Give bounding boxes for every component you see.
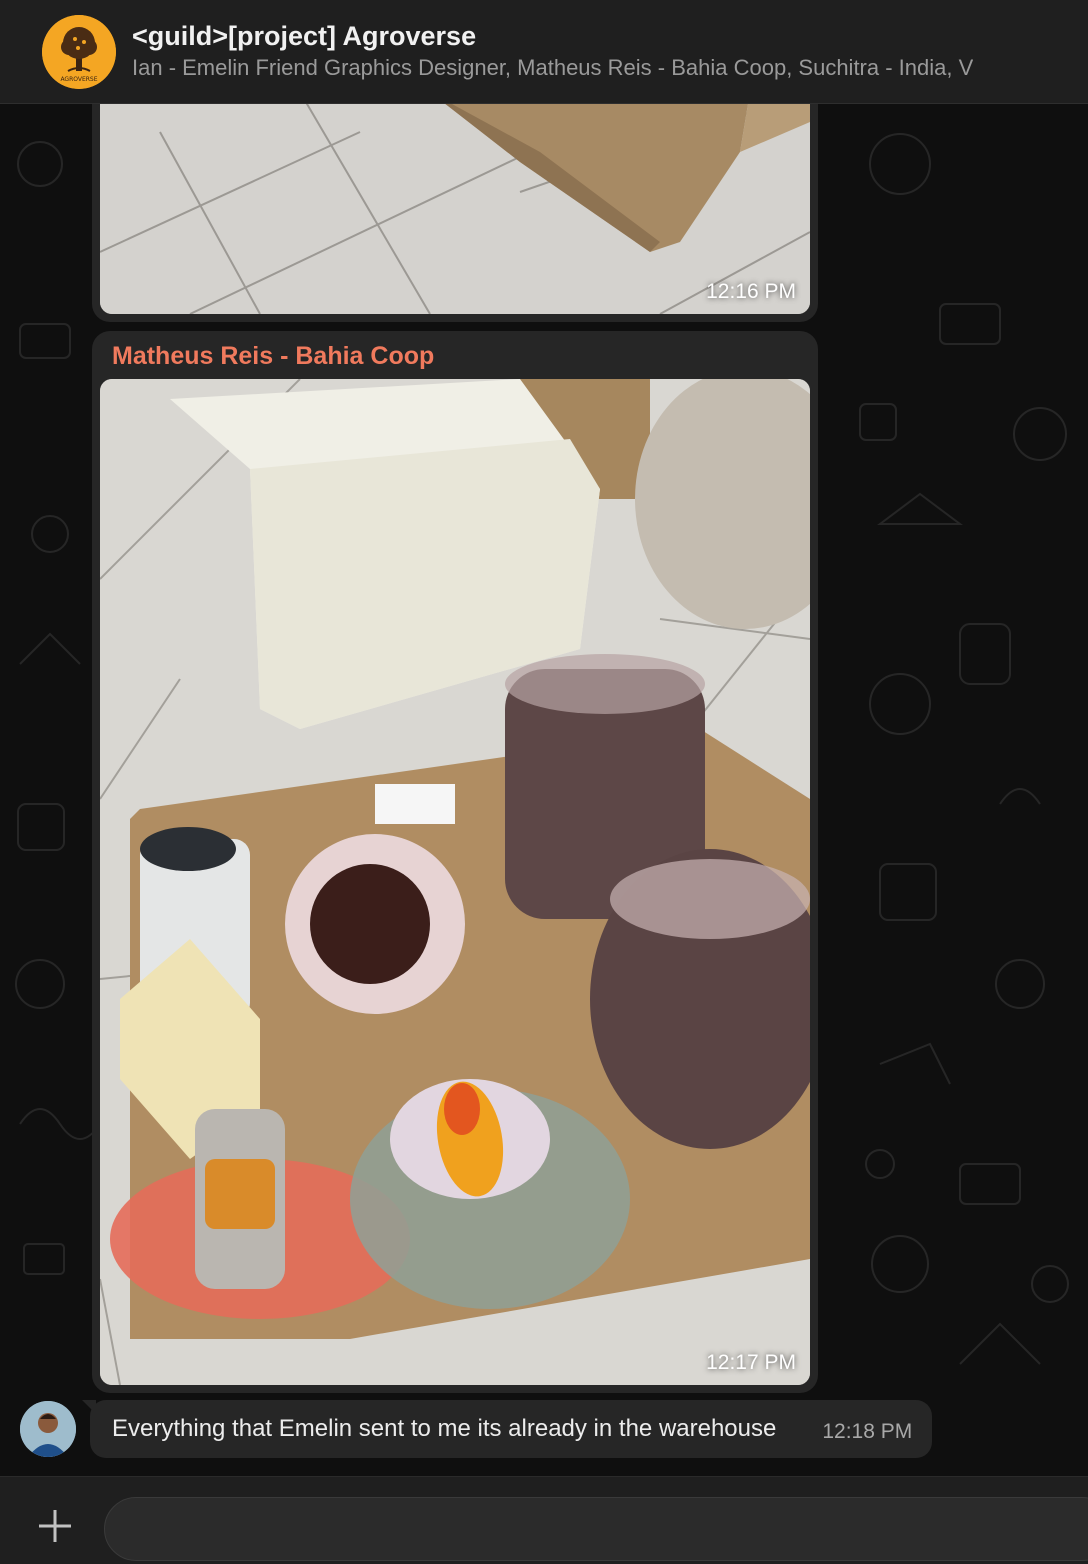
message-time: 12:16 PM <box>706 280 796 303</box>
text-message[interactable]: Everything that Emelin sent to me its al… <box>81 1400 933 1458</box>
group-members-list: Ian - Emelin Friend Graphics Designer, M… <box>132 55 974 80</box>
message-list[interactable]: 12:16 PM Matheus Reis - Bahia Coop 12:17… <box>0 104 1088 1476</box>
plus-icon[interactable] <box>30 1501 80 1551</box>
message-input[interactable] <box>104 1497 1088 1561</box>
message-time: 12:17 PM <box>706 1351 796 1374</box>
photo-message[interactable]: Matheus Reis - Bahia Coop 12:17 PM <box>92 331 818 1393</box>
message-photo[interactable]: 12:17 PM <box>100 379 810 1385</box>
text-message-row: Everything that Emelin sent to me its al… <box>20 1400 933 1458</box>
chat-header[interactable]: AGROVERSE <guild>[project] Agroverse Ian… <box>0 0 1088 104</box>
user-avatar-icon[interactable] <box>20 1401 76 1457</box>
message-photo[interactable]: 12:16 PM <box>100 104 810 314</box>
photo-message[interactable]: 12:16 PM <box>92 104 818 322</box>
header-text[interactable]: <guild>[project] Agroverse Ian - Emelin … <box>132 20 973 83</box>
sender-name[interactable]: Matheus Reis - Bahia Coop <box>112 341 434 371</box>
message-text: Everything that Emelin sent to me its al… <box>112 1415 777 1442</box>
composer-bar <box>0 1476 1088 1564</box>
agroverse-logo-icon[interactable]: AGROVERSE <box>42 14 116 89</box>
chat-window: AGROVERSE <guild>[project] Agroverse Ian… <box>0 0 1088 1564</box>
logo-wordmark: AGROVERSE <box>60 76 97 83</box>
group-title: <guild>[project] Agroverse <box>132 21 477 51</box>
message-time: 12:18 PM <box>822 1420 913 1443</box>
